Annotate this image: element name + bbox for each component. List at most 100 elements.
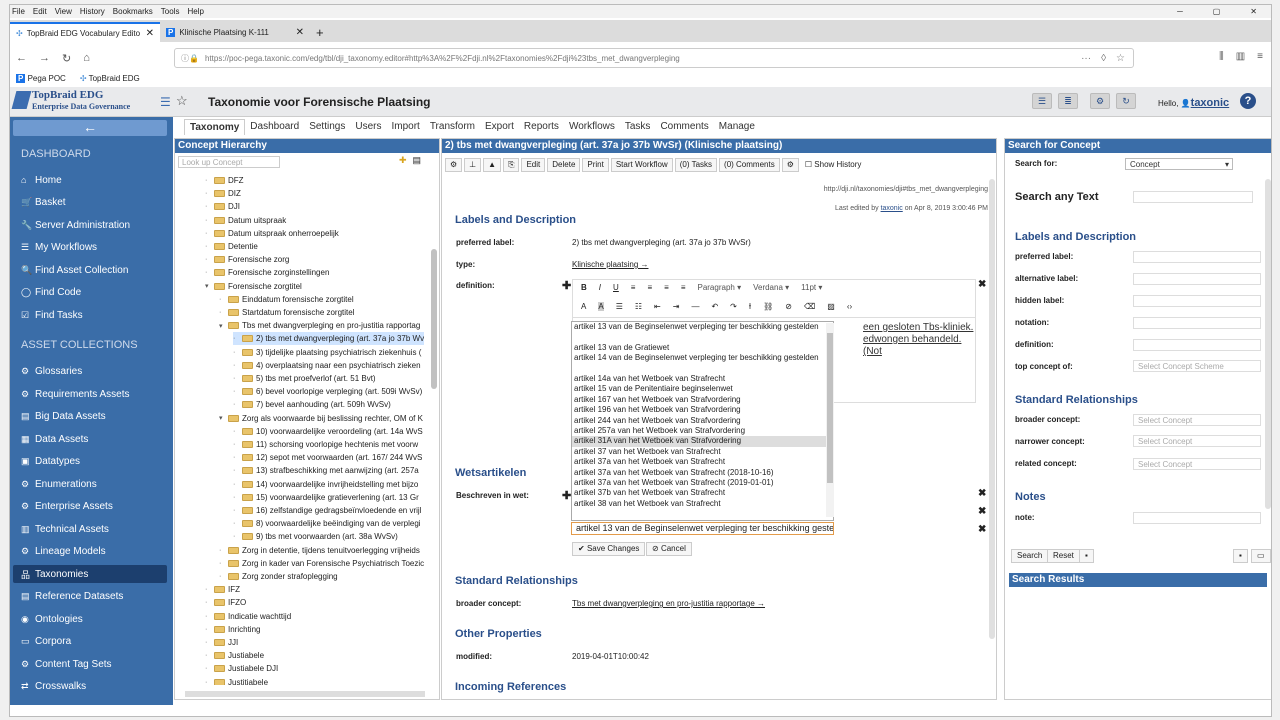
tab-manage[interactable]: Manage	[714, 119, 760, 135]
menu-edit[interactable]: Edit	[33, 7, 47, 16]
dropdown-option[interactable]: artikel 14 van de Beginselenwet verplegi…	[572, 353, 822, 374]
tasks-button[interactable]: (0) Tasks	[674, 158, 718, 172]
search-any-text-input[interactable]	[1133, 191, 1253, 203]
font-select[interactable]: Verdana ▾	[753, 283, 789, 292]
tab-reports[interactable]: Reports	[519, 119, 564, 135]
dropdown-option[interactable]: artikel 196 van het Wetboek van Strafvor…	[572, 405, 833, 415]
form-scrollbar[interactable]	[989, 179, 995, 639]
bookmark-topbraid[interactable]: ✣ TopBraid EDG	[80, 74, 140, 83]
tree-node[interactable]: ▾ Tbs met dwangverpleging en pro-justitia…	[219, 319, 420, 332]
dropdown-option[interactable]: artikel 31A van het Wetboek van Strafvor…	[572, 436, 833, 447]
tree-node[interactable]: · 15) voorwaardelijke gratieverlening (ar…	[233, 491, 419, 504]
link-icon[interactable]: ⛓	[763, 302, 773, 311]
refresh-icon[interactable]: ↻	[1116, 93, 1136, 109]
search-narrower-select[interactable]: Select Concept	[1133, 435, 1261, 447]
sidebar-item-data-assets[interactable]: ▦ Data Assets	[13, 430, 167, 448]
tree-node[interactable]: · 13) strafbeschikking met aanwijzing (ar…	[233, 464, 419, 477]
search-note-input[interactable]	[1133, 512, 1261, 524]
broader-concept-link[interactable]: Tbs met dwangverpleging en pro-justitia …	[572, 599, 765, 608]
dropdown-option[interactable]: artikel 244 van het Wetboek van Strafvor…	[572, 416, 833, 426]
favorite-star-icon[interactable]: ☆	[176, 93, 188, 109]
tree-node[interactable]: · 4) overplaatsing naar een psychiatrisch…	[233, 359, 421, 372]
search-settings-icon[interactable]: ▪	[1079, 549, 1094, 563]
align-center-icon[interactable]: ≡	[647, 283, 652, 292]
list-view-icon[interactable]: ☰	[1032, 93, 1052, 109]
italic-icon[interactable]: I	[599, 283, 601, 292]
definition-text[interactable]: een gesloten Tbs-kliniek. edwongen behan…	[863, 322, 975, 358]
home-icon[interactable]: ⌂	[83, 52, 90, 64]
tree-node[interactable]: · 8) voorwaardelijke beëindiging van de v…	[233, 517, 421, 530]
search-notation-input[interactable]	[1133, 317, 1261, 329]
dropdown-option[interactable]: artikel 37 van het Wetboek van Strafrech…	[572, 447, 833, 457]
sidebar-item-reference-datasets[interactable]: ▤ Reference Datasets	[13, 587, 167, 605]
sidebar-item-big-data-assets[interactable]: ▤ Big Data Assets	[13, 407, 167, 425]
pocket-icon[interactable]: ◊	[1101, 53, 1106, 64]
search-scrollbar[interactable]	[1265, 179, 1271, 509]
browser-tab-klinische[interactable]: P Klinische Plaatsing K-111 ✕	[160, 22, 310, 42]
tree-node[interactable]: · DJI	[205, 200, 240, 213]
collapse-icon[interactable]: ▾	[219, 322, 228, 330]
tab-transform[interactable]: Transform	[425, 119, 480, 135]
settings-icon[interactable]: ⚙	[781, 158, 799, 172]
tree-node[interactable]: · Justiabele	[205, 649, 264, 662]
align-justify-icon[interactable]: ≡	[681, 283, 686, 292]
sidebar-item-requirements-assets[interactable]: ⚙ Requirements Assets	[13, 385, 167, 403]
bookmark-pega[interactable]: P Pega POC	[16, 73, 66, 83]
sidebar-icon[interactable]: ▥	[1236, 51, 1245, 62]
warning-icon[interactable]: ▲	[483, 158, 502, 172]
tree-node[interactable]: · Justitiabele	[205, 676, 268, 685]
tab-import[interactable]: Import	[386, 119, 424, 135]
topbraid-logo[interactable]: TopBraid EDG Enterprise Data Governance	[11, 89, 164, 115]
tree-node[interactable]: · 6) bevel voorlopige verpleging (art. 50…	[233, 385, 422, 398]
sidebar-item-enterprise-assets[interactable]: ⚙ Enterprise Assets	[13, 497, 167, 515]
image-icon[interactable]: ▨	[827, 302, 835, 311]
more-icon[interactable]: ···	[1081, 53, 1091, 64]
tree-node[interactable]: ▾ Forensische zorgtitel	[205, 280, 302, 293]
url-text[interactable]: https://poc-pega.taxonic.com/edg/tbl/dji…	[205, 54, 680, 63]
library-icon[interactable]: ⫼	[1219, 51, 1224, 62]
detail-view-icon[interactable]: ≣	[1058, 93, 1078, 109]
info-icon[interactable]: ⓘ	[181, 53, 189, 64]
tab-taxonomy[interactable]: Taxonomy	[184, 119, 246, 135]
search-hidden-input[interactable]	[1133, 295, 1261, 307]
indent-icon[interactable]: ⇥	[673, 302, 680, 311]
undo-icon[interactable]: ↶	[711, 302, 718, 311]
unlink-icon[interactable]: ⊘	[785, 302, 792, 311]
size-select[interactable]: 11pt ▾	[801, 283, 822, 292]
outdent-icon[interactable]: ⇤	[654, 302, 661, 311]
search-for-select[interactable]: Concept ▾	[1125, 158, 1233, 170]
tree-node[interactable]: · 7) bevel aanhouding (art. 509h WvSv)	[233, 398, 391, 411]
search-alternative-input[interactable]	[1133, 273, 1261, 285]
paragraph-select[interactable]: Paragraph ▾	[697, 283, 741, 292]
search-preferred-input[interactable]	[1133, 251, 1261, 263]
edit-button[interactable]: Edit	[521, 158, 546, 172]
tree-node[interactable]: · Datum uitspraak	[205, 214, 286, 227]
url-bar[interactable]: ⓘ 🔒 https://poc-pega.taxonic.com/edg/tbl…	[174, 48, 1134, 68]
comments-button[interactable]: (0) Comments	[719, 158, 780, 172]
sidebar-item-corpora[interactable]: ▭ Corpora	[13, 632, 167, 650]
clear-format-icon[interactable]: Ɨ	[749, 302, 751, 311]
remove-definition-icon[interactable]: ✖	[978, 279, 986, 290]
search-top-concept-select[interactable]: Select Concept Scheme	[1133, 360, 1261, 372]
tree-scrollbar[interactable]	[431, 249, 437, 389]
highlight-icon[interactable]: A	[598, 302, 604, 311]
tree-node[interactable]: · Zorg zonder strafoplegging	[219, 570, 338, 583]
bookmark-star-icon[interactable]: ☆	[1116, 53, 1125, 64]
new-folder-icon[interactable]: ✚	[399, 155, 407, 166]
tree-node[interactable]: · 16) zelfstandige gedragsbeïnvloedende e…	[233, 504, 421, 517]
search-broader-select[interactable]: Select Concept	[1133, 414, 1261, 426]
sidebar-item-server-administration[interactable]: 🔧 Server Administration	[13, 216, 167, 234]
back-arrow-button[interactable]: ←	[13, 120, 167, 136]
tree-node[interactable]: · DIZ	[205, 187, 241, 200]
sidebar-item-glossaries[interactable]: ⚙ Glossaries	[13, 362, 167, 380]
collapse-icon[interactable]: ▾	[205, 282, 214, 290]
tree-node[interactable]: · Datum uitspraak onherroepelijk	[205, 227, 339, 240]
cancel-button[interactable]: ⊘ Cancel	[646, 542, 692, 556]
tree-node[interactable]: ▾ Zorg als voorwaarde bij beslissing rech…	[219, 412, 423, 425]
sidebar-item-content-tag-sets[interactable]: ⚙ Content Tag Sets	[13, 655, 167, 673]
code-icon[interactable]: ‹›	[847, 302, 852, 311]
remove-wet-icon-2[interactable]: ✖	[978, 506, 986, 517]
tree-node[interactable]: · JJI	[205, 636, 238, 649]
tab-tasks[interactable]: Tasks	[620, 119, 656, 135]
tree-hscrollbar[interactable]	[185, 691, 425, 697]
